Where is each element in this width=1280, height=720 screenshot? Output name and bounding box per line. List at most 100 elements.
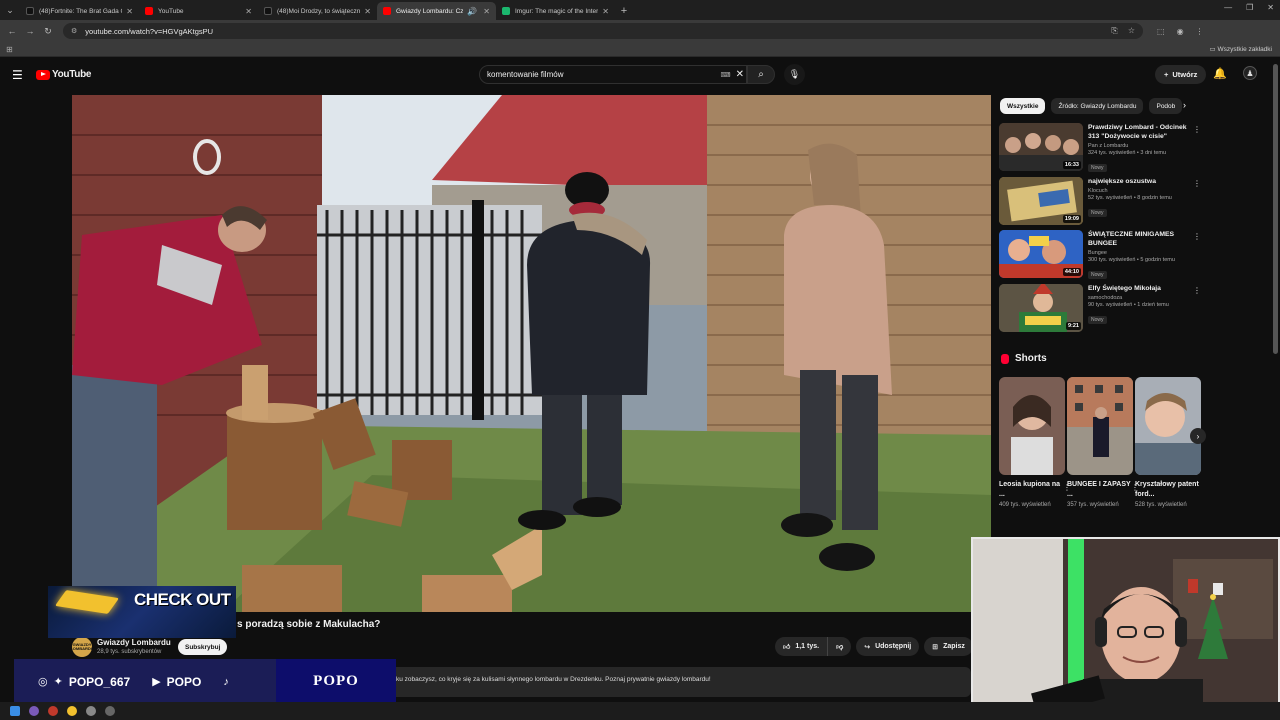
short-thumbnail-image — [1067, 377, 1133, 475]
browser-tab[interactable]: (48)Fortnite: The Brat Gada Ga...✕ — [20, 2, 139, 20]
recommendation-meta: 52 tys. wyświetleń • 8 godzin temu — [1088, 195, 1172, 201]
taskbar-app-icon[interactable] — [105, 706, 115, 716]
minimize-icon[interactable]: — — [1224, 3, 1232, 12]
chrome-icon[interactable] — [67, 706, 77, 716]
taskbar-app-icon[interactable] — [29, 706, 39, 716]
channel-avatar[interactable]: GWIAZDY LOMBARDU — [70, 637, 94, 657]
account-avatar[interactable]: ♟ — [1243, 66, 1257, 80]
short-title[interactable]: Kryształowy patent ford... — [1135, 480, 1201, 500]
profile-icon[interactable]: ◉ — [1177, 27, 1184, 36]
reload-icon[interactable]: ↻ — [39, 26, 57, 37]
page-scrollbar[interactable] — [1273, 64, 1278, 354]
windows-start-icon[interactable] — [10, 706, 20, 716]
short-title[interactable]: Leosia kupiona na ... — [999, 480, 1065, 500]
create-button[interactable]: + Utwórz — [1155, 65, 1207, 84]
recommendation-meta: 324 tys. wyświetleń • 3 dni temu — [1088, 150, 1167, 156]
short-item[interactable]: Kryształowy patent ford... 528 tys. wyśw… — [1135, 377, 1201, 510]
recommendation-channel[interactable]: samochodoza — [1088, 295, 1193, 301]
video-thumbnail[interactable]: 9:21 — [999, 284, 1083, 332]
tab-search-icon[interactable]: ⌄ — [0, 0, 20, 20]
save-button[interactable]: ⊞ Zapisz — [924, 637, 973, 656]
search-input[interactable]: komentowanie filmów ⌨ ✕ — [479, 65, 747, 84]
close-icon[interactable]: ✕ — [602, 7, 609, 16]
search-button[interactable]: ⌕ — [747, 65, 775, 84]
more-options-icon[interactable]: ⋮ — [1193, 125, 1201, 134]
recommendation-title[interactable]: ŚWIĄTECZNE MINIGAMES BUNGEE — [1088, 230, 1193, 248]
voice-search-button[interactable]: 🎙 — [784, 64, 805, 85]
new-tab-button[interactable]: + — [615, 2, 633, 20]
recommendation-title[interactable]: Prawdziwy Lombard - Odcinek 313 "Dożywoc… — [1088, 123, 1193, 141]
install-icon[interactable]: ⎘ — [1111, 26, 1117, 36]
site-info-icon[interactable]: ⚙ — [71, 27, 77, 35]
bookmark-star-icon[interactable]: ☆ — [1128, 26, 1135, 36]
close-icon[interactable]: ✕ — [364, 7, 371, 16]
browser-tab[interactable]: Imgur: The magic of the Intern... ✕ — [496, 2, 615, 20]
short-item[interactable]: Leosia kupiona na ... 409 tys. wyświetle… — [999, 377, 1071, 510]
recommendation-channel[interactable]: Pan z Lombardu — [1088, 143, 1193, 149]
youtube-header: ☰ YouTube komentowanie filmów ⌨ ✕ ⌕ 🎙 + U… — [0, 57, 1280, 93]
video-description: ku zobaczysz, co kryje się za kulisami s… — [396, 676, 711, 683]
recommendation-title[interactable]: Elfy Świętego Mikołaja — [1088, 284, 1193, 293]
video-frame — [72, 95, 991, 612]
chip-source[interactable]: Źródło: Gwiazdy Lombardu — [1051, 98, 1144, 114]
recommendation-item[interactable]: 9:21 Elfy Świętego Mikołaja samochodoza … — [999, 284, 1201, 334]
short-title[interactable]: BUNGEE I ZAPASY ... — [1067, 480, 1133, 500]
share-button[interactable]: ↪ Udostępnij — [856, 637, 920, 656]
more-options-icon[interactable]: ⋮ — [1193, 232, 1201, 241]
close-window-icon[interactable]: ✕ — [1267, 3, 1274, 12]
recommendation-chips: Wszystkie Źródło: Gwiazdy Lombardu Podob — [1000, 98, 1183, 114]
chevron-right-icon[interactable]: › — [1183, 100, 1186, 110]
hamburger-menu-icon[interactable]: ☰ — [12, 68, 23, 82]
channel-name[interactable]: Gwiazdy Lombardu — [97, 638, 171, 647]
close-icon[interactable]: ✕ — [483, 7, 490, 16]
imgur-icon — [502, 7, 510, 15]
close-icon[interactable]: ✕ — [126, 7, 133, 16]
keyboard-icon[interactable]: ⌨ — [721, 71, 731, 79]
video-thumbnail[interactable]: 16:33 — [999, 123, 1083, 171]
maximize-icon[interactable]: ❐ — [1246, 3, 1253, 12]
extensions-icon[interactable]: ⬚ — [1157, 27, 1165, 36]
recommendation-title[interactable]: największe oszustwa — [1088, 177, 1193, 186]
apps-grid-icon[interactable]: ⊞ — [6, 45, 13, 54]
recommendation-item[interactable]: 44:10 ŚWIĄTECZNE MINIGAMES BUNGEE Bungee… — [999, 230, 1201, 280]
taskbar-app-icon[interactable] — [86, 706, 96, 716]
short-thumbnail[interactable] — [999, 377, 1065, 475]
video-player[interactable] — [72, 95, 991, 612]
all-bookmarks-link[interactable]: ▭ Wszystkie zakładki — [1210, 45, 1273, 53]
chip-similar[interactable]: Podob — [1149, 98, 1183, 114]
youtube-logo[interactable]: YouTube — [36, 69, 92, 80]
video-duration: 44:10 — [1062, 268, 1081, 276]
back-icon[interactable]: ← — [3, 26, 21, 36]
video-thumbnail[interactable]: 44:10 — [999, 230, 1083, 278]
short-item[interactable]: BUNGEE I ZAPASY ... 357 tys. wyświetleń … — [1067, 377, 1139, 510]
browser-tab[interactable]: YouTube ✕ — [139, 2, 258, 20]
recommendation-channel[interactable]: Bungee — [1088, 250, 1193, 256]
short-thumbnail[interactable] — [1135, 377, 1201, 475]
dislike-button[interactable]: 👎︎ — [827, 637, 852, 656]
url-bar[interactable]: ⚙ youtube.com/watch?v=HGVgAKtgsPU ⎘ ☆ — [63, 23, 1143, 39]
shorts-next-button[interactable]: › — [1190, 428, 1206, 444]
chip-all[interactable]: Wszystkie — [1000, 98, 1046, 114]
recommendation-channel[interactable]: Klocuch — [1088, 188, 1193, 194]
close-icon[interactable]: ✕ — [245, 7, 252, 16]
video-title: s poradzą sobie z Makulacha? — [237, 619, 381, 630]
subscribe-button[interactable]: Subskrybuj — [178, 639, 228, 655]
like-button[interactable]: 👍︎ 1,1 tys. — [775, 637, 828, 656]
notifications-bell-icon[interactable]: 🔔 — [1213, 67, 1227, 80]
speaker-icon[interactable]: 🔊 — [467, 7, 477, 16]
menu-icon[interactable]: ⋮ — [1196, 27, 1204, 36]
url-text: youtube.com/watch?v=HGVgAKtgsPU — [85, 26, 214, 36]
recommendation-item[interactable]: 16:33 Prawdziwy Lombard - Odcinek 313 "D… — [999, 123, 1201, 173]
forward-icon[interactable]: → — [21, 26, 39, 36]
short-views: 357 tys. wyświetleń — [1067, 502, 1119, 508]
browser-tab-active[interactable]: Gwiazdy Lombardu: Czy ty...🔊✕ — [377, 2, 496, 20]
taskbar-app-icon[interactable] — [48, 706, 58, 716]
more-options-icon[interactable]: ⋮ — [1193, 179, 1201, 188]
more-options-icon[interactable]: ⋮ — [1193, 286, 1201, 295]
new-badge: Nowy — [1088, 164, 1107, 172]
recommendation-item[interactable]: 19:09 największe oszustwa Klocuch 52 tys… — [999, 177, 1201, 227]
short-thumbnail[interactable] — [1067, 377, 1133, 475]
clear-search-icon[interactable]: ✕ — [736, 69, 744, 80]
video-thumbnail[interactable]: 19:09 — [999, 177, 1083, 225]
browser-tab[interactable]: (48)Moi Drodzy, to świąteczny... ✕ — [258, 2, 377, 20]
